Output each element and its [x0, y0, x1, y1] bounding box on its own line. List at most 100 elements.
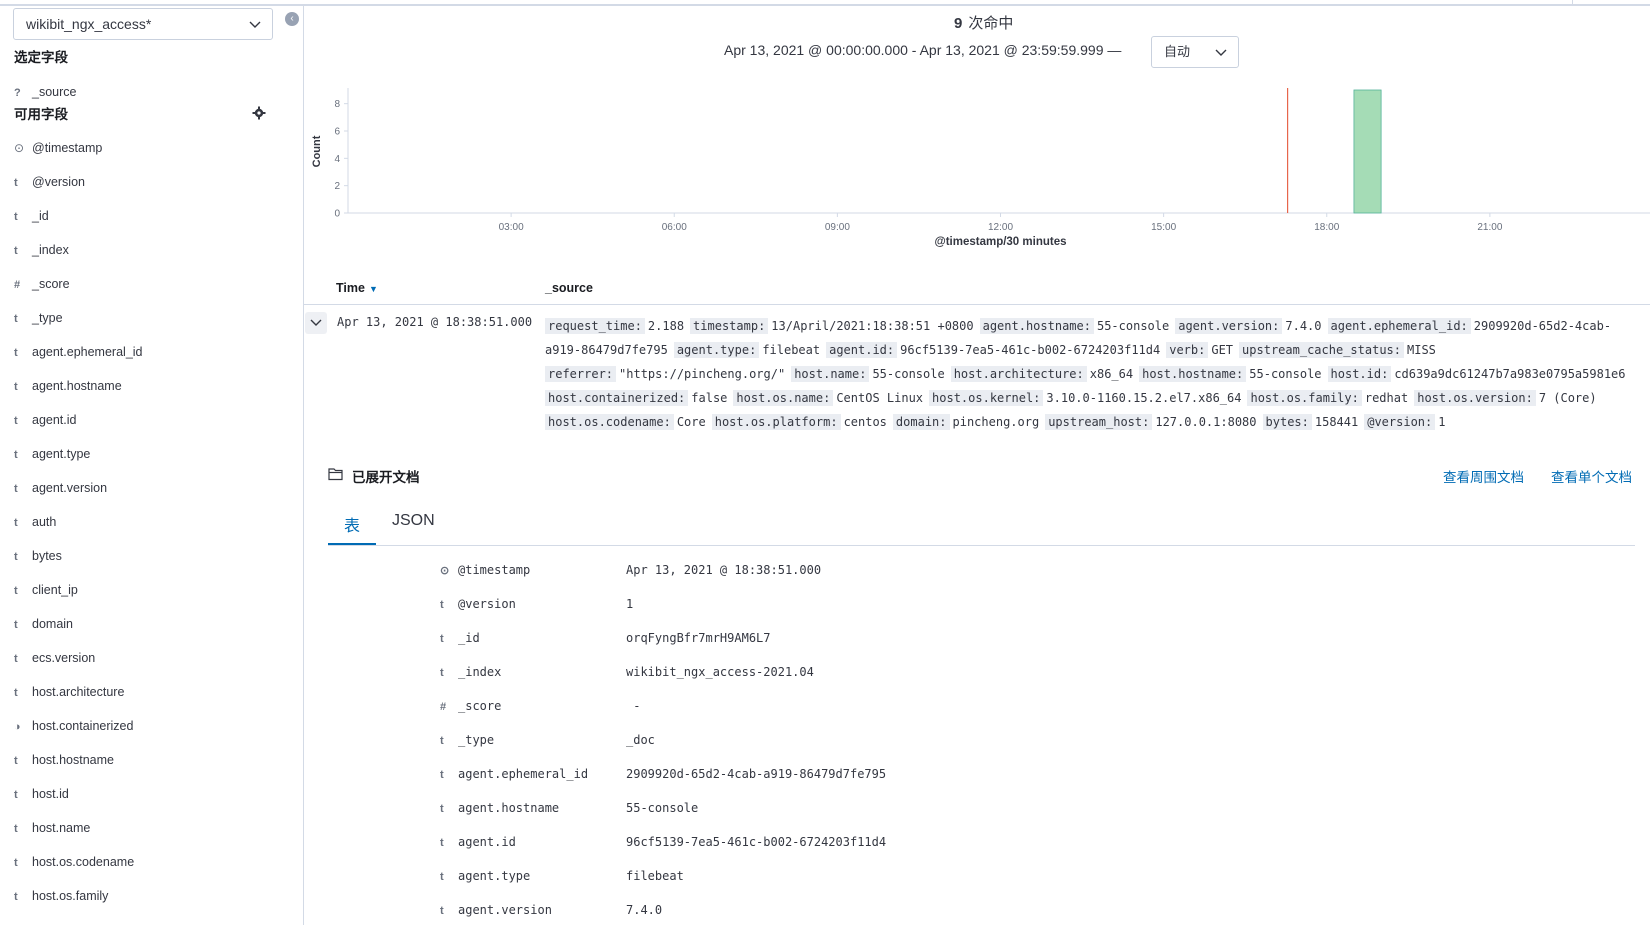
source-field-key: @version: — [1364, 414, 1436, 430]
field-name: ecs.version — [32, 651, 96, 665]
field-item[interactable]: t domain — [14, 614, 73, 634]
histogram-chart[interactable]: 0 2 4 6 8 03:00 06:00 09:00 12:00 15:00 18:00 21:00… — [304, 78, 1650, 258]
field-type-icon: t — [14, 687, 18, 699]
time-column-label: Time — [336, 281, 365, 295]
field-item[interactable]: t _id — [14, 206, 49, 226]
y-tick-label: 4 — [334, 154, 340, 165]
source-field-value: 55-console — [1096, 319, 1170, 333]
source-field-value: redhat — [1364, 391, 1409, 405]
field-item[interactable]: t host.id — [14, 784, 69, 804]
gear-icon[interactable] — [252, 106, 266, 120]
doc-field-row: t agent.ephemeral_id 2909920d-65d2-4cab-a9… — [440, 764, 886, 784]
field-type-icon: # — [14, 279, 21, 291]
field-type-icon: t — [14, 211, 18, 223]
selected-field-item[interactable]: ? _source — [14, 82, 76, 102]
chevron-left-circle-icon[interactable]: ‹ — [285, 12, 299, 26]
y-tick-label: 2 — [334, 181, 340, 192]
field-item[interactable]: t host.os.codename — [14, 852, 134, 872]
y-axis-label: Count — [311, 135, 323, 167]
doc-field-name: @timestamp — [458, 563, 531, 577]
source-field-value: MISS — [1407, 343, 1436, 357]
source-field-key: bytes: — [1262, 414, 1312, 430]
source-column-header: _source — [545, 281, 593, 295]
source-field-value: 3.10.0-1160.15.2.el7.x86_64 — [1046, 391, 1242, 405]
field-item[interactable]: t host.hostname — [14, 750, 114, 770]
field-type-icon: t — [440, 735, 444, 747]
tab-json[interactable]: JSON — [392, 512, 435, 530]
source-field-key: timestamp: — [690, 318, 769, 334]
field-type-icon: t — [14, 381, 18, 393]
source-line: host.os.codename: Core host.os.platform: ce… — [545, 412, 1452, 432]
source-field-value: filebeat — [762, 343, 821, 357]
interval-select[interactable]: 自动 — [1151, 36, 1239, 68]
field-type-icon: t — [14, 483, 18, 495]
field-item[interactable]: t host.name — [14, 818, 90, 838]
view-single-doc-link[interactable]: 查看单个文档 — [1551, 466, 1632, 486]
field-name: host.name — [32, 821, 91, 835]
field-item[interactable]: t _index — [14, 240, 69, 260]
field-type-icon: t — [14, 551, 18, 563]
source-field-key: host.containerized: — [545, 390, 689, 406]
doc-field-name: agent.version — [458, 903, 552, 917]
field-name: _score — [32, 277, 70, 291]
source-field-value: pincheng.org — [952, 415, 1040, 429]
field-item[interactable]: t agent.ephemeral_id — [14, 342, 143, 362]
x-tick-label: 15:00 — [1151, 222, 1176, 233]
field-item[interactable]: # _score — [14, 274, 70, 294]
field-type-icon: t — [14, 789, 18, 801]
field-item[interactable]: t agent.type — [14, 444, 90, 464]
field-item[interactable]: ⊙ @timestamp — [14, 138, 102, 158]
field-item[interactable]: t host.architecture — [14, 682, 124, 702]
field-item[interactable]: t bytes — [14, 546, 62, 566]
time-column-header[interactable]: Time ▼ — [336, 281, 378, 295]
source-field-key: agent.version: — [1175, 318, 1283, 334]
source-field-key: host.os.family: — [1247, 390, 1362, 406]
field-type-icon: t — [14, 313, 18, 325]
field-item[interactable]: t agent.id — [14, 410, 76, 430]
field-type-icon: t — [440, 837, 444, 849]
field-type-icon: t — [14, 653, 18, 665]
x-tick-label: 12:00 — [988, 222, 1013, 233]
field-item[interactable]: t auth — [14, 512, 56, 532]
source-field-key: agent.id: — [826, 342, 898, 358]
row-expand-button[interactable] — [305, 312, 327, 334]
field-type-icon: t — [14, 449, 18, 461]
field-item[interactable]: t ecs.version — [14, 648, 95, 668]
doc-field-name: agent.type — [458, 869, 531, 883]
doc-field-row: t agent.type filebeat — [440, 866, 684, 886]
field-name: host.os.codename — [32, 855, 135, 869]
source-field-key: request_time: — [545, 318, 645, 334]
chevron-down-icon — [1215, 49, 1227, 56]
field-name: _type — [32, 311, 63, 325]
doc-field-row: t _index wikibit_ngx_access-2021.04 — [440, 662, 814, 682]
source-field-value: 55-console — [872, 367, 945, 381]
field-type-icon: t — [14, 857, 18, 869]
field-type-icon: t — [14, 177, 18, 189]
tab-table[interactable]: 表 — [344, 512, 360, 536]
field-item[interactable]: t host.os.family — [14, 886, 108, 906]
x-tick-label: 09:00 — [825, 222, 850, 233]
source-field-value: 7 (Core) — [1538, 391, 1597, 405]
field-type-icon: t — [14, 755, 18, 767]
doc-field-value: 2909920d-65d2-4cab-a919-86479d7fe795 — [626, 767, 887, 781]
source-field-value: GET — [1211, 343, 1234, 357]
field-item[interactable]: t agent.hostname — [14, 376, 122, 396]
sort-down-icon[interactable]: ▼ — [369, 284, 378, 294]
source-field-key: host.os.version: — [1414, 390, 1536, 406]
y-tick-label: 6 — [334, 127, 340, 138]
folder-open-icon — [328, 468, 343, 481]
histogram-bar[interactable] — [1353, 89, 1382, 214]
view-surrounding-docs-link[interactable]: 查看周围文档 — [1443, 466, 1524, 486]
field-type-icon: ⊙ — [440, 565, 450, 577]
field-item[interactable]: t _type — [14, 308, 63, 328]
field-name: host.id — [32, 787, 69, 801]
field-item[interactable]: ◑ host.containerized — [14, 716, 133, 736]
x-tick-label: 06:00 — [662, 222, 687, 233]
field-type-icon: t — [440, 871, 444, 883]
field-item[interactable]: t @version — [14, 172, 85, 192]
source-field-value: 55-console — [1249, 367, 1322, 381]
field-item[interactable]: t agent.version — [14, 478, 107, 498]
source-field-key: host.os.platform: — [711, 414, 841, 430]
index-pattern-select[interactable]: wikibit_ngx_access* — [13, 8, 273, 40]
field-item[interactable]: t client_ip — [14, 580, 78, 600]
